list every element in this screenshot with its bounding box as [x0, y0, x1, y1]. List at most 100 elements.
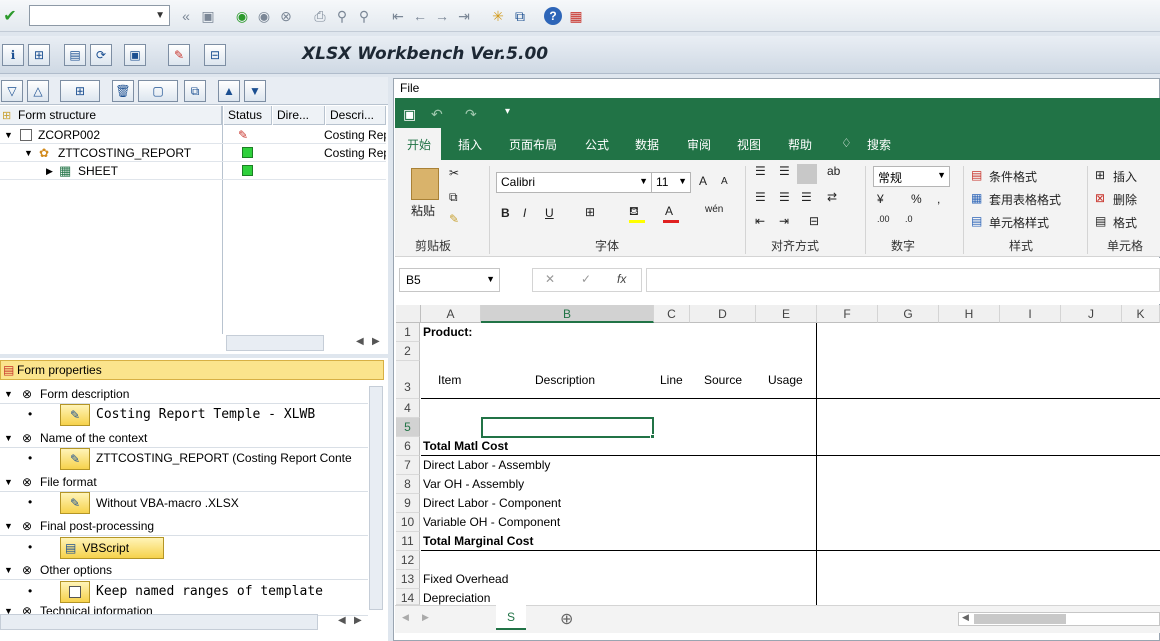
- align-center-icon[interactable]: ☰: [779, 190, 790, 204]
- wrap-text-icon[interactable]: ⇄: [827, 190, 837, 204]
- collapse-arrow-icon[interactable]: ▼: [4, 126, 13, 144]
- insert-cells-button[interactable]: 插入: [1113, 168, 1137, 185]
- scroll-thumb[interactable]: [974, 614, 1066, 624]
- add-sheet-icon[interactable]: ⊕: [560, 609, 573, 629]
- function-icon[interactable]: fx: [617, 272, 626, 286]
- move-up-icon[interactable]: ▲: [218, 80, 240, 102]
- tree-hscrollbar[interactable]: [226, 335, 324, 351]
- column-header[interactable]: A: [421, 305, 481, 323]
- col-description[interactable]: Descri...: [326, 106, 386, 125]
- prev-page-icon[interactable]: ←: [410, 6, 430, 26]
- tree-row[interactable]: ▼ ✿ ZTTCOSTING_REPORT Costing Rep: [0, 144, 386, 162]
- cell-a3[interactable]: Item: [438, 373, 461, 387]
- dropdown-icon[interactable]: ▼: [937, 170, 946, 180]
- cell-a9[interactable]: Direct Labor - Component: [423, 496, 561, 510]
- column-header[interactable]: I: [1000, 305, 1061, 323]
- group-toggle-icon[interactable]: ⊗: [22, 428, 32, 448]
- tab-search[interactable]: 搜索: [867, 136, 891, 153]
- percent-icon[interactable]: %: [911, 192, 922, 206]
- selected-cell-b5[interactable]: [481, 417, 654, 438]
- collapse-arrow-icon[interactable]: ▼: [4, 472, 13, 492]
- enter-icon[interactable]: ✔: [0, 6, 20, 26]
- merge-icon[interactable]: ⊟: [809, 214, 819, 228]
- splitter[interactable]: [0, 354, 388, 358]
- cell-a13[interactable]: Fixed Overhead: [423, 572, 508, 586]
- dropdown-icon[interactable]: ▼: [678, 176, 687, 186]
- cell-c3[interactable]: Line: [660, 373, 683, 387]
- cell-styles-button[interactable]: 单元格样式: [989, 214, 1049, 231]
- cell-a6[interactable]: Total Matl Cost: [423, 439, 508, 453]
- increase-indent-icon[interactable]: ⇥: [779, 214, 789, 228]
- new-node-icon[interactable]: ▢: [138, 80, 178, 102]
- dropdown-icon[interactable]: ▼: [486, 274, 495, 284]
- align-left-icon[interactable]: ☰: [755, 190, 766, 204]
- orientation-icon[interactable]: ab: [827, 164, 840, 178]
- font-size-box[interactable]: 11 ▼: [651, 172, 691, 193]
- row-header[interactable]: 13: [396, 570, 420, 589]
- prev-sheet-icon[interactable]: ◀: [402, 612, 409, 623]
- fill-handle[interactable]: [650, 434, 655, 439]
- column-header[interactable]: K: [1122, 305, 1160, 323]
- column-header[interactable]: J: [1061, 305, 1122, 323]
- edit-context-button[interactable]: ✎: [60, 448, 90, 470]
- first-page-icon[interactable]: ⇤: [388, 6, 408, 26]
- row-header[interactable]: 7: [396, 456, 420, 475]
- insert-node-icon[interactable]: ⊞: [60, 80, 100, 102]
- edit-icon[interactable]: ✎: [168, 44, 190, 66]
- dropdown-icon[interactable]: ▼: [639, 176, 648, 186]
- scroll-left-icon[interactable]: ◀: [962, 612, 969, 623]
- back-nav-icon[interactable]: ◉: [232, 6, 252, 26]
- shortcut-icon[interactable]: ⧉: [510, 6, 530, 26]
- column-header[interactable]: E: [756, 305, 817, 323]
- group-toggle-icon[interactable]: ⊗: [22, 384, 32, 404]
- column-header[interactable]: B: [481, 305, 654, 323]
- next-sheet-icon[interactable]: ▶: [422, 612, 429, 623]
- col-form-structure[interactable]: Form structure: [0, 106, 222, 125]
- command-field[interactable]: ▼: [29, 5, 170, 26]
- tab-view[interactable]: 视图: [737, 136, 761, 153]
- row-header[interactable]: 11: [396, 532, 420, 551]
- copy-icon[interactable]: ⧉: [184, 80, 206, 102]
- cell-a1[interactable]: Product:: [423, 325, 472, 339]
- group-toggle-icon[interactable]: ⊗: [22, 516, 32, 536]
- formula-input[interactable]: [646, 268, 1160, 292]
- tab-page-layout[interactable]: 页面布局: [509, 136, 557, 153]
- command-field-dropdown-icon[interactable]: ▼: [155, 10, 165, 21]
- font-color-icon[interactable]: A: [665, 204, 673, 218]
- cancel-formula-icon[interactable]: ✕: [545, 272, 555, 286]
- scroll-right-icon[interactable]: ▶: [354, 615, 362, 626]
- file-menu[interactable]: File: [400, 81, 419, 95]
- column-header[interactable]: G: [878, 305, 939, 323]
- collapse-arrow-icon[interactable]: ▼: [4, 384, 13, 404]
- row-header[interactable]: 9: [396, 494, 420, 513]
- row-header[interactable]: 10: [396, 513, 420, 532]
- confirm-formula-icon[interactable]: ✓: [581, 272, 591, 286]
- paste-button[interactable]: 粘贴: [411, 202, 435, 219]
- print-icon[interactable]: ⎙: [310, 6, 330, 26]
- new-session-icon[interactable]: ✳: [488, 6, 508, 26]
- collapse-icon[interactable]: △: [27, 80, 49, 102]
- col-status[interactable]: Status: [224, 106, 272, 125]
- column-header[interactable]: F: [817, 305, 878, 323]
- tab-insert[interactable]: 插入: [458, 136, 482, 153]
- save-as-icon[interactable]: ▣: [124, 44, 146, 66]
- hierarchy-icon[interactable]: ⊞: [28, 44, 50, 66]
- last-page-icon[interactable]: ⇥: [454, 6, 474, 26]
- scroll-right-icon[interactable]: ▶: [372, 336, 380, 347]
- tree-row[interactable]: ▶ ▦ SHEET: [0, 162, 386, 180]
- cell-a10[interactable]: Variable OH - Component: [423, 515, 560, 529]
- sheet-tab[interactable]: S: [496, 605, 526, 630]
- grow-font-icon[interactable]: A: [699, 174, 707, 188]
- format-table-button[interactable]: 套用表格格式: [989, 191, 1061, 208]
- decrease-decimal-icon[interactable]: .0: [905, 214, 913, 224]
- column-header[interactable]: H: [939, 305, 1000, 323]
- row-header[interactable]: 12: [396, 551, 420, 570]
- row-header[interactable]: 3: [396, 361, 420, 399]
- cell-a14[interactable]: Depreciation: [423, 591, 490, 605]
- exit-icon[interactable]: ◉: [254, 6, 274, 26]
- display-icon[interactable]: ▤: [64, 44, 86, 66]
- increase-decimal-icon[interactable]: .00: [877, 214, 890, 224]
- align-top-icon[interactable]: ☰: [755, 164, 766, 178]
- underline-icon[interactable]: U: [545, 206, 554, 220]
- scroll-left-icon[interactable]: ◀: [356, 336, 364, 347]
